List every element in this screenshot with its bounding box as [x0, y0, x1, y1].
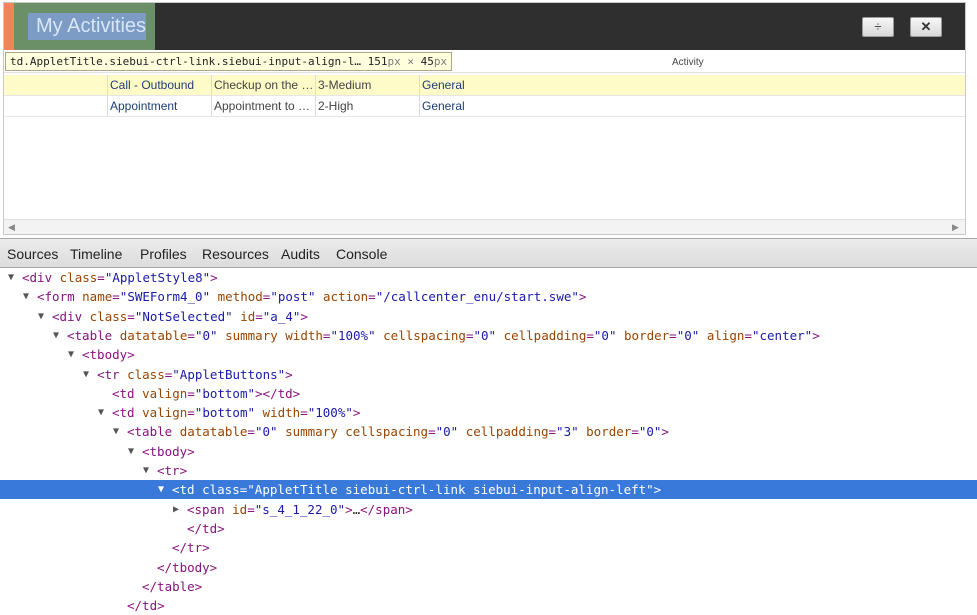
- dom-node[interactable]: ▼ <div class="NotSelected" id="a_4">: [0, 307, 977, 326]
- collapse-triangle-icon[interactable]: ▶: [173, 500, 179, 519]
- tab-audits[interactable]: Audits: [281, 246, 320, 262]
- dom-node-markup: <tr class="AppletButtons">: [97, 366, 293, 382]
- dom-node[interactable]: </table>: [0, 577, 977, 596]
- dom-tree[interactable]: ▼ <div class="AppletStyle8"> ▼ <form name="…: [0, 268, 977, 615]
- activity-priority: 2-High: [315, 96, 419, 116]
- dom-node-markup: <div class="AppletStyle8">: [22, 270, 218, 285]
- dom-node-selected[interactable]: ▼ <td class="AppletTitle siebui-ctrl-link…: [0, 480, 977, 500]
- dom-node[interactable]: </td>: [0, 596, 977, 615]
- dom-node-markup: <div class="NotSelected" id="a_4">: [52, 308, 308, 324]
- column-header-activity[interactable]: Activity: [672, 57, 704, 68]
- dom-node-markup: <span id="s_4_1_22_0">…</span>: [187, 501, 413, 517]
- tooltip-width-unit: px: [387, 55, 401, 68]
- scroll-left-icon[interactable]: ◀: [8, 222, 15, 233]
- expand-triangle-icon[interactable]: ▼: [8, 268, 14, 287]
- activity-description: Checkup on the …: [211, 75, 315, 95]
- dom-node[interactable]: ▼ <td valign="bottom" width="100%">: [0, 403, 977, 422]
- expand-triangle-icon[interactable]: ▼: [98, 403, 104, 422]
- expand-triangle-icon[interactable]: ▼: [83, 365, 89, 384]
- table-row[interactable]: Appointment Appointment to … 2-High Gene…: [4, 96, 965, 117]
- activity-category-link[interactable]: General: [419, 96, 523, 116]
- dom-node[interactable]: ▼ <form name="SWEForm4_0" method="post" a…: [0, 287, 977, 306]
- activity-description: Appointment to …: [211, 96, 315, 116]
- close-button[interactable]: ✕: [910, 17, 942, 37]
- applet-frame: My Activities ÷ ✕ Activity td.AppletTitl…: [3, 2, 966, 235]
- scroll-right-icon[interactable]: ▶: [952, 222, 959, 233]
- dom-node[interactable]: </td>: [0, 519, 977, 538]
- tooltip-height: 45: [420, 55, 434, 68]
- dom-node[interactable]: ▼ <tr>: [0, 461, 977, 480]
- dom-node-markup: </tbody>: [157, 559, 218, 575]
- activity-priority: 3-Medium: [315, 75, 419, 95]
- tab-resources[interactable]: Resources: [202, 246, 269, 262]
- horizontal-scrollbar[interactable]: ◀ ▶: [4, 219, 965, 234]
- devtools-tab-bar: Sources Timeline Profiles Resources Audi…: [0, 239, 977, 268]
- dom-node[interactable]: ▼ <table datatable="0" summary cellspacin…: [0, 422, 977, 441]
- activity-type-link[interactable]: Call - Outbound: [107, 75, 211, 95]
- dom-node-markup: <table datatable="0" summary width="100%…: [67, 327, 820, 343]
- page-viewport: My Activities ÷ ✕ Activity td.AppletTitl…: [0, 0, 977, 238]
- expand-triangle-icon[interactable]: ▼: [68, 345, 74, 364]
- tooltip-selector: td.AppletTitle.siebui-ctrl-link.siebui-i…: [10, 55, 361, 68]
- inspect-tooltip: td.AppletTitle.siebui-ctrl-link.siebui-i…: [5, 52, 453, 71]
- tooltip-times: ×: [407, 55, 414, 68]
- dom-node-markup: </td>: [127, 598, 165, 614]
- tab-profiles[interactable]: Profiles: [140, 246, 187, 262]
- dom-node[interactable]: <td valign="bottom"></td>: [0, 384, 977, 403]
- dom-node[interactable]: ▼ <tbody>: [0, 345, 977, 364]
- dom-node-markup: <table datatable="0" summary cellspacing…: [127, 424, 669, 440]
- expand-triangle-icon[interactable]: ▼: [128, 442, 134, 461]
- dom-node-markup: <td valign="bottom"></td>: [112, 385, 301, 401]
- tab-sources[interactable]: Sources: [7, 246, 58, 262]
- dom-node-markup: <td valign="bottom" width="100%">: [112, 405, 361, 421]
- dom-node-markup: </td>: [187, 520, 225, 536]
- applet-title[interactable]: My Activities: [36, 15, 146, 38]
- table-row[interactable]: Call - Outbound Checkup on the … 3-Mediu…: [4, 75, 965, 96]
- activity-category-link[interactable]: General: [419, 75, 523, 95]
- dom-node[interactable]: ▼ <tr class="AppletButtons">: [0, 365, 977, 384]
- dom-node[interactable]: ▶ <span id="s_4_1_22_0">…</span>: [0, 500, 977, 519]
- activity-type-link[interactable]: Appointment: [107, 96, 211, 116]
- dom-node-markup: <tbody>: [142, 443, 195, 459]
- applet-header: My Activities ÷ ✕: [4, 3, 965, 50]
- dom-node[interactable]: </tr>: [0, 538, 977, 557]
- expand-triangle-icon[interactable]: ▼: [23, 287, 29, 306]
- dom-node-markup: <form name="SWEForm4_0" method="post" ac…: [37, 289, 587, 305]
- expand-triangle-icon[interactable]: ▼: [38, 307, 44, 326]
- expand-triangle-icon[interactable]: ▼: [113, 422, 119, 441]
- devtools-panel: Sources Timeline Profiles Resources Audi…: [0, 238, 977, 614]
- tab-timeline[interactable]: Timeline: [70, 246, 122, 262]
- expand-triangle-icon[interactable]: ▼: [158, 480, 164, 499]
- applet-accent-strip: [4, 3, 14, 50]
- dom-node-markup: <td class="AppletTitle siebui-ctrl-link …: [172, 482, 662, 498]
- dom-node-markup: <tbody>: [82, 347, 135, 363]
- dom-node[interactable]: ▼ <tbody>: [0, 442, 977, 461]
- split-view-button[interactable]: ÷: [862, 17, 894, 37]
- dom-node-markup: </table>: [142, 578, 203, 594]
- dom-node[interactable]: </tbody>: [0, 558, 977, 577]
- dom-node-markup: <tr>: [157, 463, 188, 478]
- expand-triangle-icon[interactable]: ▼: [53, 326, 59, 345]
- dom-node[interactable]: ▼ <table datatable="0" summary width="100…: [0, 326, 977, 345]
- tooltip-height-unit: px: [433, 55, 448, 68]
- tab-console[interactable]: Console: [336, 246, 387, 262]
- tooltip-width: 151: [367, 55, 388, 68]
- dom-node-markup: </tr>: [172, 540, 210, 556]
- expand-triangle-icon[interactable]: ▼: [143, 461, 149, 480]
- dom-node[interactable]: ▼ <div class="AppletStyle8">: [0, 268, 977, 287]
